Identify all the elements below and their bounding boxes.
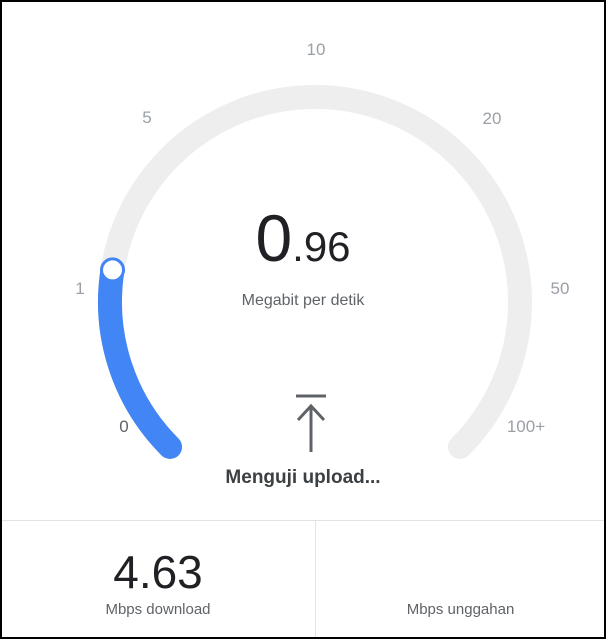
- scale-label-10: 10: [306, 40, 326, 59]
- test-status-text: Menguji upload...: [225, 467, 381, 488]
- current-speed: 0.96: [2, 205, 604, 271]
- download-value: 4.63: [113, 546, 203, 598]
- results-bar: 4.63 Mbps download Mbps unggahan: [2, 520, 604, 637]
- speed-unit-label: Megabit per detik: [241, 292, 365, 309]
- speed-gauge: 0 1 5 10 20 50 100+ 0.96 Megabit per det…: [2, 2, 604, 520]
- scale-label-100-plus: 100+: [506, 417, 546, 436]
- scale-label-5: 5: [142, 108, 152, 127]
- download-result: 4.63 Mbps download: [2, 521, 314, 637]
- upload-arrow-icon: [296, 394, 326, 459]
- upload-result: Mbps unggahan: [315, 521, 604, 637]
- upload-label: Mbps unggahan: [406, 601, 515, 618]
- speed-test-panel: 0 1 5 10 20 50 100+ 0.96 Megabit per det…: [0, 0, 606, 639]
- speed-integer-part: 0: [255, 201, 293, 275]
- speed-decimal-part: .96: [292, 223, 351, 270]
- download-label: Mbps download: [105, 601, 211, 618]
- scale-label-20: 20: [482, 109, 502, 128]
- scale-label-0: 0: [119, 417, 129, 436]
